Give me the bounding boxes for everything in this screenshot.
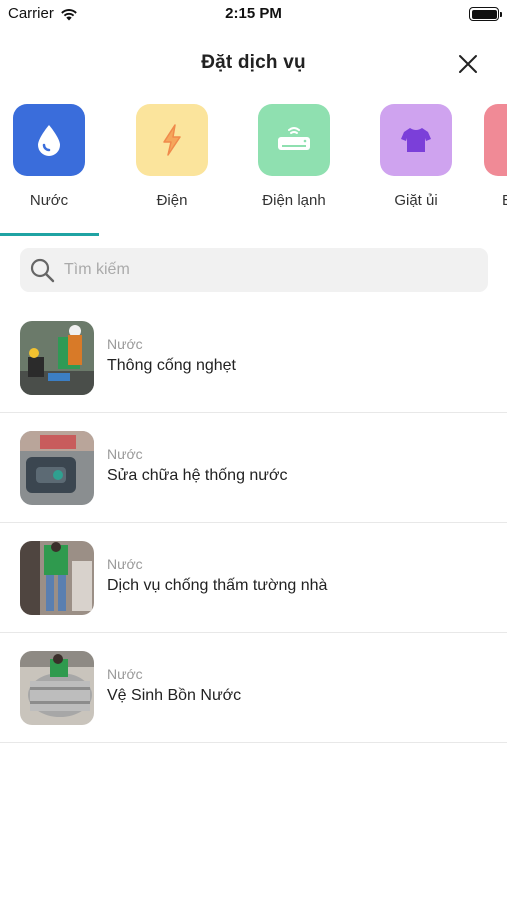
service-category: Nước: [107, 336, 143, 352]
service-thumbnail: [20, 651, 94, 725]
list-item[interactable]: Nước Vệ Sinh Bồn Nước: [0, 633, 507, 743]
list-item[interactable]: Nước Dịch vụ chống thấm tường nhà: [0, 523, 507, 633]
service-category: Nước: [107, 666, 143, 682]
tab-label: Điện lạnh: [262, 192, 326, 209]
service-thumbnail: [20, 431, 94, 505]
search-input[interactable]: [64, 261, 464, 279]
list-item[interactable]: Nước Thông cống nghẹt: [0, 303, 507, 413]
battery-icon: [469, 7, 502, 21]
status-time: 2:15 PM: [225, 5, 282, 22]
list-item[interactable]: Nước Sửa chữa hệ thống nước: [0, 413, 507, 523]
service-name: Dịch vụ chống thấm tường nhà: [107, 577, 328, 594]
service-list: Nước Thông cống nghẹt Nước Sửa chữa hệ t…: [0, 303, 507, 743]
category-icon-bg: [380, 104, 452, 176]
air-conditioner-icon: [278, 127, 310, 150]
search-bar[interactable]: [20, 248, 488, 292]
category-icon-bg: [13, 104, 85, 176]
tab-partial[interactable]: B: [484, 104, 507, 209]
category-icon-bg: [484, 104, 507, 176]
category-tabs: Nước Điện Điện lạnh Giặt ủi: [0, 100, 507, 240]
service-name: Sửa chữa hệ thống nước: [107, 467, 288, 484]
page-title: Đặt dịch vụ: [201, 52, 306, 73]
tab-dien-lanh[interactable]: Điện lạnh: [239, 104, 349, 209]
service-thumbnail: [20, 321, 94, 395]
service-thumbnail: [20, 541, 94, 615]
tab-dien[interactable]: Điện: [117, 104, 227, 209]
tab-label: Nước: [29, 192, 69, 209]
category-icon-bg: [136, 104, 208, 176]
service-name: Thông cống nghẹt: [107, 357, 236, 374]
tab-label: Giặt ủi: [394, 192, 438, 209]
service-name: Vệ Sinh Bồn Nước: [107, 687, 242, 704]
header: Đặt dịch vụ: [0, 42, 507, 86]
lightning-icon: [163, 124, 181, 156]
service-category: Nước: [107, 446, 143, 462]
tab-nuoc[interactable]: Nước: [0, 104, 104, 209]
status-bar: Carrier 2:15 PM: [0, 0, 507, 28]
tab-label-partial: B: [484, 192, 507, 209]
category-icon-bg: [258, 104, 330, 176]
shirt-icon: [401, 128, 431, 152]
active-tab-indicator: [0, 233, 99, 236]
tab-giat-ui[interactable]: Giặt ủi: [361, 104, 471, 209]
search-icon: [30, 258, 55, 283]
water-drop-icon: [38, 125, 60, 156]
service-category: Nước: [107, 556, 143, 572]
close-icon[interactable]: [457, 53, 479, 75]
tab-label: Điện: [156, 192, 188, 209]
